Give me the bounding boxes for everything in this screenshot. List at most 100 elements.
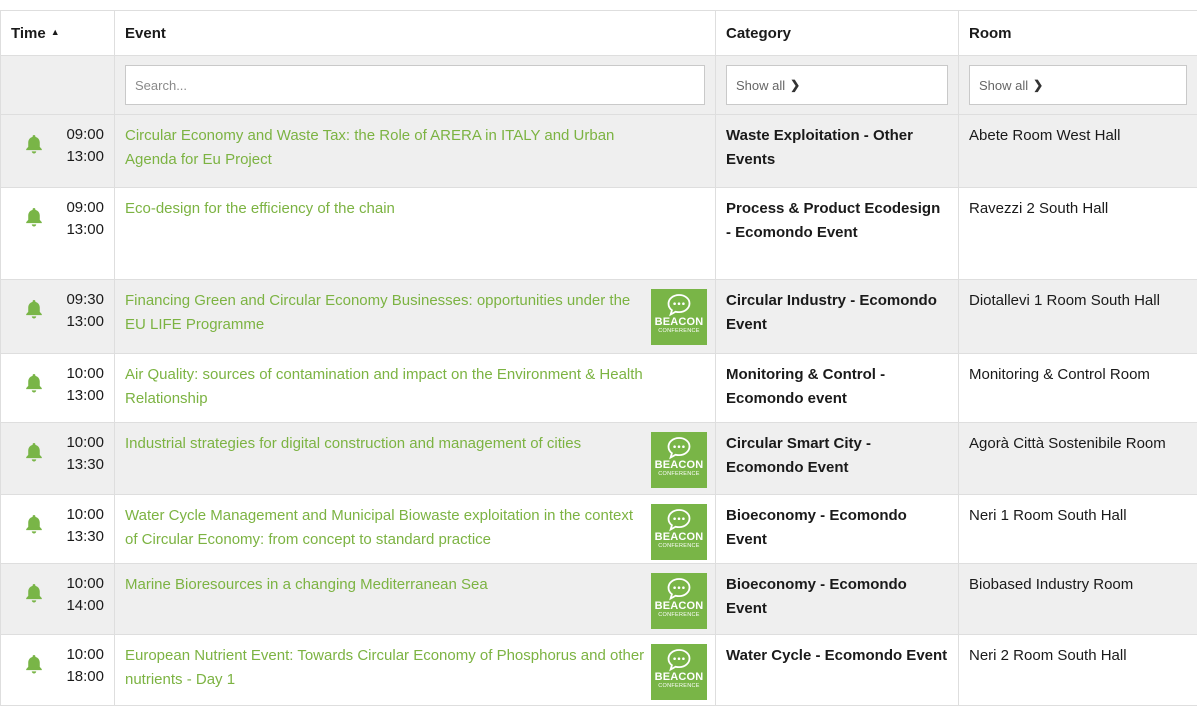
event-cell: Air Quality: sources of contamination an… [114, 353, 716, 423]
bell-icon[interactable] [23, 582, 45, 604]
event-title-link[interactable]: Marine Bioresources in a changing Medite… [125, 573, 705, 597]
table-row: 10:00 13:30 Industrial strategies for di… [0, 422, 1197, 495]
event-cell: Water Cycle Management and Municipal Bio… [114, 494, 716, 564]
event-title-link[interactable]: Eco-design for the efficiency of the cha… [125, 197, 705, 221]
time-cell: 09:30 13:00 [0, 279, 115, 354]
beacon-badge-word: BEACON [654, 531, 704, 543]
beacon-conference-badge: BEACON CONFERENCE [651, 504, 707, 560]
table-row: 09:00 13:00 Circular Economy and Waste T… [0, 114, 1197, 188]
category-cell: Circular Industry - Ecomondo Event [715, 279, 959, 354]
time-cell: 10:00 13:00 [0, 353, 115, 423]
time-cell: 09:00 13:00 [0, 114, 115, 188]
room-cell: Abete Room West Hall [958, 114, 1197, 188]
column-header-category[interactable]: Category [715, 10, 959, 56]
event-cell: European Nutrient Event: Towards Circula… [114, 634, 716, 706]
time-cell: 10:00 13:30 [0, 422, 115, 495]
bell-icon[interactable] [23, 513, 45, 535]
column-header-event-label: Event [125, 24, 166, 42]
speech-bubble-icon [667, 294, 691, 317]
category-filter-value: Show all [736, 77, 786, 93]
category-cell: Monitoring & Control - Ecomondo event [715, 353, 959, 423]
event-title-link[interactable]: Industrial strategies for digital constr… [125, 432, 705, 456]
table-row: 09:30 13:00 Financing Green and Circular… [0, 279, 1197, 354]
table-row: 10:00 13:00 Air Quality: sources of cont… [0, 353, 1197, 423]
event-title-link[interactable]: Air Quality: sources of contamination an… [125, 363, 705, 411]
beacon-conference-badge: BEACON CONFERENCE [651, 432, 707, 488]
event-schedule-table: Time ▲ Event Category Room Show all ❯ [0, 10, 1197, 706]
column-header-time[interactable]: Time ▲ [0, 10, 115, 56]
bell-icon[interactable] [23, 206, 45, 228]
chevron-right-icon: ❯ [790, 78, 801, 92]
beacon-badge-word: BEACON [654, 671, 704, 683]
filter-cell-event [114, 55, 716, 115]
bell-icon[interactable] [23, 372, 45, 394]
beacon-badge-sub: CONFERENCE [658, 328, 700, 334]
chevron-right-icon: ❯ [1033, 78, 1044, 92]
beacon-badge-sub: CONFERENCE [658, 683, 700, 689]
room-cell: Biobased Industry Room [958, 563, 1197, 635]
column-header-time-label: Time [11, 24, 46, 42]
filter-cell-room: Show all ❯ [958, 55, 1197, 115]
bell-icon[interactable] [23, 441, 45, 463]
schedule-body: 09:00 13:00 Circular Economy and Waste T… [0, 114, 1197, 706]
bell-icon[interactable] [23, 653, 45, 675]
event-cell: Circular Economy and Waste Tax: the Role… [114, 114, 716, 188]
time-cell: 09:00 13:00 [0, 187, 115, 280]
category-filter-select[interactable]: Show all ❯ [726, 65, 948, 105]
column-header-room-label: Room [969, 24, 1012, 42]
table-row: 09:00 13:00 Eco-design for the efficienc… [0, 187, 1197, 280]
bell-icon[interactable] [23, 133, 45, 155]
event-cell: Marine Bioresources in a changing Medite… [114, 563, 716, 635]
beacon-conference-badge: BEACON CONFERENCE [651, 644, 707, 700]
beacon-conference-badge: BEACON CONFERENCE [651, 289, 707, 345]
event-search-input[interactable] [125, 65, 705, 105]
room-cell: Monitoring & Control Room [958, 353, 1197, 423]
filter-row: Show all ❯ Show all ❯ [0, 55, 1197, 115]
category-cell: Bioeconomy - Ecomondo Event [715, 563, 959, 635]
column-header-category-label: Category [726, 24, 792, 42]
filter-cell-time [0, 55, 115, 115]
category-cell: Process & Product Ecodesign - Ecomondo E… [715, 187, 959, 280]
table-row: 10:00 13:30 Water Cycle Management and M… [0, 494, 1197, 564]
event-title-link[interactable]: Financing Green and Circular Economy Bus… [125, 289, 705, 337]
table-header-row: Time ▲ Event Category Room [0, 10, 1197, 56]
time-cell: 10:00 13:30 [0, 494, 115, 564]
room-cell: Agorà Città Sostenibile Room [958, 422, 1197, 495]
beacon-conference-badge: BEACON CONFERENCE [651, 573, 707, 629]
room-filter-select[interactable]: Show all ❯ [969, 65, 1187, 105]
event-title-link[interactable]: European Nutrient Event: Towards Circula… [125, 644, 705, 692]
speech-bubble-icon [667, 437, 691, 460]
speech-bubble-icon [667, 649, 691, 672]
event-cell: Industrial strategies for digital constr… [114, 422, 716, 495]
column-header-event[interactable]: Event [114, 10, 716, 56]
event-cell: Eco-design for the efficiency of the cha… [114, 187, 716, 280]
sort-ascending-icon: ▲ [50, 26, 60, 37]
room-cell: Neri 2 Room South Hall [958, 634, 1197, 706]
room-filter-value: Show all [979, 77, 1029, 93]
beacon-badge-word: BEACON [654, 600, 704, 612]
bell-icon[interactable] [23, 298, 45, 320]
event-title-link[interactable]: Water Cycle Management and Municipal Bio… [125, 504, 705, 552]
category-cell: Circular Smart City - Ecomondo Event [715, 422, 959, 495]
beacon-badge-word: BEACON [654, 316, 704, 328]
speech-bubble-icon [667, 509, 691, 532]
category-cell: Bioeconomy - Ecomondo Event [715, 494, 959, 564]
room-cell: Neri 1 Room South Hall [958, 494, 1197, 564]
beacon-badge-sub: CONFERENCE [658, 612, 700, 618]
beacon-badge-sub: CONFERENCE [658, 471, 700, 477]
speech-bubble-icon [667, 578, 691, 601]
table-row: 10:00 18:00 European Nutrient Event: Tow… [0, 634, 1197, 706]
category-cell: Waste Exploitation - Other Events [715, 114, 959, 188]
event-cell: Financing Green and Circular Economy Bus… [114, 279, 716, 354]
category-cell: Water Cycle - Ecomondo Event [715, 634, 959, 706]
filter-cell-category: Show all ❯ [715, 55, 959, 115]
event-title-link[interactable]: Circular Economy and Waste Tax: the Role… [125, 124, 705, 172]
room-cell: Diotallevi 1 Room South Hall [958, 279, 1197, 354]
time-cell: 10:00 18:00 [0, 634, 115, 706]
table-row: 10:00 14:00 Marine Bioresources in a cha… [0, 563, 1197, 635]
beacon-badge-word: BEACON [654, 459, 704, 471]
beacon-badge-sub: CONFERENCE [658, 543, 700, 549]
column-header-room[interactable]: Room [958, 10, 1197, 56]
time-cell: 10:00 14:00 [0, 563, 115, 635]
room-cell: Ravezzi 2 South Hall [958, 187, 1197, 280]
